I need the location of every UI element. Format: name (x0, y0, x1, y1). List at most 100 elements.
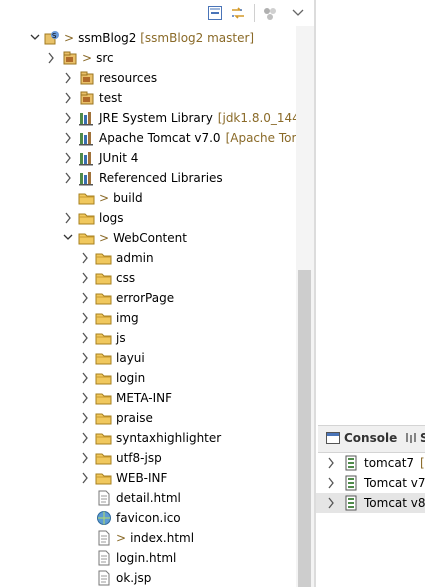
tree-item[interactable]: JUnit 4 (0, 148, 296, 168)
tree-item[interactable]: login (0, 368, 296, 388)
folder-icon (78, 230, 96, 246)
library-icon (78, 170, 96, 186)
library-icon (78, 150, 96, 166)
expanded-chevron-icon[interactable] (63, 231, 73, 245)
tree-item[interactable]: js (0, 328, 296, 348)
source-folder-icon (61, 50, 79, 66)
tree-item[interactable]: Referenced Libraries (0, 168, 296, 188)
tree-item-label: src (96, 51, 114, 65)
tree-item[interactable]: errorPage (0, 288, 296, 308)
collapsed-chevron-icon[interactable] (80, 331, 90, 345)
tab-servers[interactable]: S (420, 431, 425, 445)
collapsed-chevron-icon[interactable] (63, 111, 73, 125)
collapsed-chevron-icon[interactable] (80, 291, 90, 305)
tree-item-label: index.html (130, 531, 195, 545)
source-folder-icon (78, 90, 96, 106)
tree-item-label: logs (99, 211, 124, 225)
tree-item[interactable]: css (0, 268, 296, 288)
collapsed-chevron-icon[interactable] (80, 471, 90, 485)
collapse-all-icon[interactable] (207, 5, 223, 21)
collapsed-chevron-icon[interactable] (63, 211, 73, 225)
tree-item-label: css (116, 271, 136, 285)
collapsed-chevron-icon[interactable] (80, 451, 90, 465)
git-dirty-marker: > (116, 531, 127, 545)
tree-item[interactable]: > src (0, 48, 296, 68)
tree-item-label: META-INF (116, 391, 173, 405)
folder-icon (95, 270, 113, 286)
link-with-editor-icon[interactable] (230, 5, 246, 21)
scrollbar-thumb[interactable] (298, 270, 311, 587)
folder-icon (95, 450, 113, 466)
server-item[interactable]: tomcat7 [ (316, 453, 425, 473)
folder-icon (95, 350, 113, 366)
collapsed-chevron-icon[interactable] (80, 431, 90, 445)
collapsed-chevron-icon[interactable] (80, 251, 90, 265)
folder-icon (78, 210, 96, 226)
tree-item[interactable]: utf8-jsp (0, 448, 296, 468)
tree-item[interactable]: ok.jsp (0, 568, 296, 587)
collapsed-chevron-icon[interactable] (80, 411, 90, 425)
server-label: Tomcat v7 (364, 476, 425, 490)
collapsed-chevron-icon[interactable] (63, 71, 73, 85)
tree-item[interactable]: layui (0, 348, 296, 368)
tree-item-label: Apache Tomcat v7.0 (99, 131, 221, 145)
collapsed-chevron-icon[interactable] (80, 271, 90, 285)
collapsed-chevron-icon[interactable] (326, 476, 336, 493)
collapsed-chevron-icon[interactable] (80, 351, 90, 365)
server-icon (344, 495, 360, 514)
editor-area (316, 0, 425, 417)
collapsed-chevron-icon[interactable] (80, 311, 90, 325)
tree-item[interactable]: syntaxhighlighter (0, 428, 296, 448)
tree-item[interactable]: img (0, 308, 296, 328)
git-dirty-marker: > (64, 31, 75, 45)
tree-item[interactable]: JRE System Library [jdk1.8.0_144] (0, 108, 296, 128)
tree-item-label: img (116, 311, 139, 325)
tree-item[interactable]: test (0, 88, 296, 108)
server-decoration: [ (420, 456, 425, 470)
explorer-toolbar (0, 0, 315, 27)
toolbar-divider (254, 4, 255, 22)
collapsed-chevron-icon[interactable] (80, 391, 90, 405)
tree-item[interactable]: > WebContent (0, 228, 296, 248)
tree-item-label: WebContent (113, 231, 187, 245)
collapsed-chevron-icon[interactable] (80, 371, 90, 385)
server-item[interactable]: Tomcat v8 (316, 493, 425, 513)
tree-item-project[interactable]: S > ssmBlog2 [ssmBlog2 master] (0, 28, 296, 48)
folder-icon (95, 290, 113, 306)
tree-item[interactable]: praise (0, 408, 296, 428)
tree-item[interactable]: resources (0, 68, 296, 88)
globe-icon (95, 510, 113, 526)
project-explorer: S > ssmBlog2 [ssmBlog2 master] > src resour… (0, 0, 315, 587)
servers-tab-icon (405, 432, 417, 444)
tree-item[interactable]: > build (0, 188, 296, 208)
server-icon (344, 475, 360, 494)
collapsed-chevron-icon[interactable] (63, 151, 73, 165)
tree-item-label: login (116, 371, 146, 385)
tree-item-label: admin (116, 251, 154, 265)
tree-item[interactable]: META-INF (0, 388, 296, 408)
tree-item[interactable]: admin (0, 248, 296, 268)
source-folder-icon (78, 70, 96, 86)
expanded-chevron-icon[interactable] (30, 31, 40, 45)
tab-console[interactable]: Console (344, 431, 397, 445)
folder-icon (95, 410, 113, 426)
collapsed-chevron-icon[interactable] (326, 496, 336, 513)
tree-item-label: JUnit 4 (99, 151, 139, 165)
collapsed-chevron-icon[interactable] (63, 131, 73, 145)
tree-item[interactable]: detail.html (0, 488, 296, 508)
tree-item[interactable]: WEB-INF (0, 468, 296, 488)
tree-item[interactable]: login.html (0, 548, 296, 568)
focus-on-active-icon[interactable] (262, 5, 278, 21)
folder-icon (95, 330, 113, 346)
collapsed-chevron-icon[interactable] (63, 171, 73, 185)
collapsed-chevron-icon[interactable] (326, 456, 336, 473)
html-file-icon (95, 530, 113, 546)
tree-item[interactable]: Apache Tomcat v7.0 [Apache Tomcat (0, 128, 296, 148)
view-menu-chevron-down-icon[interactable] (290, 5, 306, 21)
tree-item[interactable]: logs (0, 208, 296, 228)
tree-item[interactable]: > index.html (0, 528, 296, 548)
server-item[interactable]: Tomcat v7 (316, 473, 425, 493)
collapsed-chevron-icon[interactable] (63, 91, 73, 105)
tree-item[interactable]: favicon.ico (0, 508, 296, 528)
collapsed-chevron-icon[interactable] (46, 51, 56, 65)
